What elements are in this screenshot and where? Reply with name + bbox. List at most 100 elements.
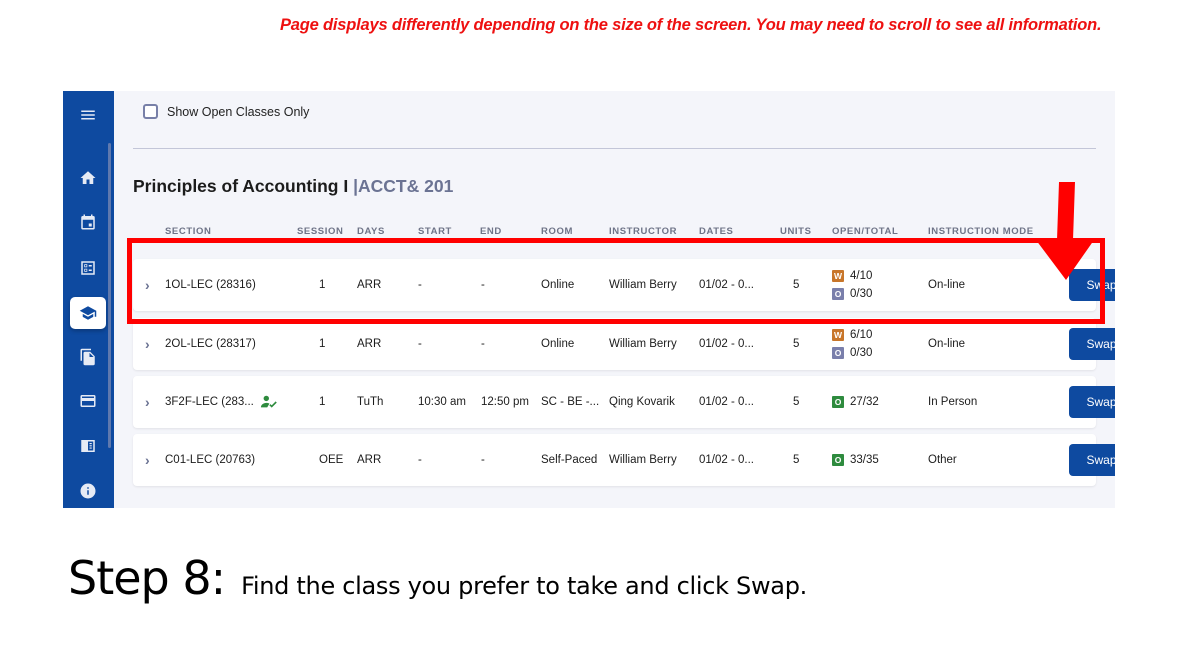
cell-start: - (418, 454, 422, 466)
open-total-seats: W 4/10 O 0/30 (832, 259, 872, 311)
swap-cell: Swap (1069, 376, 1115, 428)
swap-button[interactable]: Swap (1069, 444, 1115, 476)
menu-button[interactable] (70, 99, 106, 131)
header-open-total[interactable]: OPEN/TOTAL (832, 226, 898, 237)
cell-end: - (481, 454, 485, 466)
cell-start: - (418, 338, 422, 350)
section-row[interactable]: › 1OL-LEC (28316) 1 ARR - - Online William Berr… (133, 259, 1115, 311)
cell-mode: Other (928, 454, 957, 466)
header-instructor[interactable]: INSTRUCTOR (609, 226, 677, 237)
cell-section: 3F2F-LEC (283... (165, 396, 254, 408)
documents-icon (80, 348, 95, 366)
seat-value: 33/35 (850, 454, 879, 466)
header-room[interactable]: ROOM (541, 226, 573, 237)
cell-dates: 01/02 - 0... (699, 396, 754, 408)
open-badge: O (832, 396, 844, 408)
step-instruction: Step 8: Find the class you prefer to tak… (68, 551, 807, 605)
cell-units: 5 (793, 454, 800, 466)
graduation-cap-icon (79, 306, 97, 320)
swap-cell: Swap (1069, 318, 1115, 370)
cell-session: 1 (319, 279, 326, 291)
sidebar-item-payments[interactable] (70, 385, 106, 417)
course-name: Principles of Accounting I (133, 176, 349, 196)
swap-button[interactable]: Swap (1069, 269, 1115, 301)
sidebar-item-classes[interactable] (70, 297, 106, 329)
seat-count: W 4/10 (832, 267, 872, 285)
section-row[interactable]: › 2OL-LEC (28317) 1 ARR - - Online William Berr… (133, 318, 1115, 370)
seat-count: O 0/30 (832, 344, 872, 362)
checklist-icon (81, 261, 95, 275)
step-number: Step 8: (68, 551, 226, 605)
seat-value: 6/10 (850, 329, 873, 341)
cell-start: 10:30 am (418, 396, 466, 408)
cell-section: 2OL-LEC (28317) (165, 338, 256, 350)
cell-instructor: William Berry (609, 454, 677, 466)
cell-dates: 01/02 - 0... (699, 279, 754, 291)
sidebar-scrollbar[interactable] (108, 143, 111, 448)
calendar-icon (81, 214, 95, 230)
header-end[interactable]: END (480, 226, 502, 237)
expand-chevron-icon[interactable]: › (145, 434, 150, 486)
home-icon (80, 171, 96, 184)
menu-icon (81, 110, 95, 120)
cell-end: 12:50 pm (481, 396, 529, 408)
header-session[interactable]: SESSION (297, 226, 343, 237)
credit-card-icon (80, 395, 96, 407)
cell-dates: 01/02 - 0... (699, 454, 754, 466)
cell-instructor: William Berry (609, 279, 677, 291)
open-badge: O (832, 454, 844, 466)
swap-cell: Swap (1069, 259, 1115, 311)
step-text: Find the class you prefer to take and cl… (241, 572, 807, 600)
cell-end: - (481, 338, 485, 350)
header-days[interactable]: DAYS (357, 226, 385, 237)
expand-chevron-icon[interactable]: › (145, 259, 150, 311)
sidebar-item-documents[interactable] (70, 341, 106, 373)
cell-section: C01-LEC (20763) (165, 454, 256, 466)
expand-chevron-icon[interactable]: › (145, 376, 150, 428)
header-section[interactable]: SECTION (165, 226, 211, 237)
info-icon (80, 483, 96, 499)
seat-value: 27/32 (850, 396, 879, 408)
section-row[interactable]: › 3F2F-LEC (283... 1 TuTh 10:30 am 12:50 pm SC… (133, 376, 1115, 428)
open-total-seats: W 6/10 O 0/30 (832, 318, 872, 370)
main-content: Show Open Classes Only Principles of Acc… (114, 91, 1115, 508)
cell-room: Self-Paced (541, 454, 598, 466)
seat-value: 4/10 (850, 270, 873, 282)
open-classes-checkbox[interactable] (143, 104, 158, 119)
sidebar-item-checklist[interactable] (70, 252, 106, 284)
swap-button[interactable]: Swap (1069, 386, 1115, 418)
cell-days: ARR (357, 338, 382, 350)
cell-session: 1 (319, 396, 326, 408)
catalog-icon (81, 440, 95, 452)
app-screenshot: Show Open Classes Only Principles of Acc… (63, 91, 1115, 508)
seat-count: O 33/35 (832, 451, 879, 469)
cell-dates: 01/02 - 0... (699, 338, 754, 350)
cell-days: TuTh (357, 396, 384, 408)
seat-count: O 0/30 (832, 285, 872, 303)
open-classes-filter[interactable]: Show Open Classes Only (143, 104, 309, 119)
sidebar-item-catalog[interactable] (70, 430, 106, 462)
sidebar-item-info[interactable] (70, 475, 106, 507)
swap-button[interactable]: Swap (1069, 328, 1115, 360)
step-text-suffix: . (799, 572, 808, 600)
header-units[interactable]: UNITS (780, 226, 812, 237)
header-instruction-mode[interactable]: INSTRUCTION MODE (928, 226, 1034, 237)
cell-instructor: William Berry (609, 338, 677, 350)
cell-mode: On-line (928, 279, 966, 291)
course-title: Principles of Accounting I |ACCT& 201 (133, 176, 453, 197)
section-row[interactable]: › C01-LEC (20763) OEE ARR - - Self-Paced Willia… (133, 434, 1115, 486)
header-start[interactable]: START (418, 226, 452, 237)
open-badge: O (832, 347, 844, 359)
header-dates[interactable]: DATES (699, 226, 734, 237)
open-classes-label: Show Open Classes Only (167, 104, 310, 119)
divider (133, 148, 1096, 149)
cell-room: SC - BE -... (541, 396, 600, 408)
open-badge: O (832, 288, 844, 300)
sidebar-item-home[interactable] (70, 162, 106, 194)
course-code: ACCT& 201 (358, 176, 454, 196)
cell-room: Online (541, 279, 575, 291)
sidebar-item-calendar[interactable] (70, 206, 106, 238)
expand-chevron-icon[interactable]: › (145, 318, 150, 370)
open-total-seats: O 33/35 (832, 434, 879, 486)
seat-count: O 27/32 (832, 393, 879, 411)
